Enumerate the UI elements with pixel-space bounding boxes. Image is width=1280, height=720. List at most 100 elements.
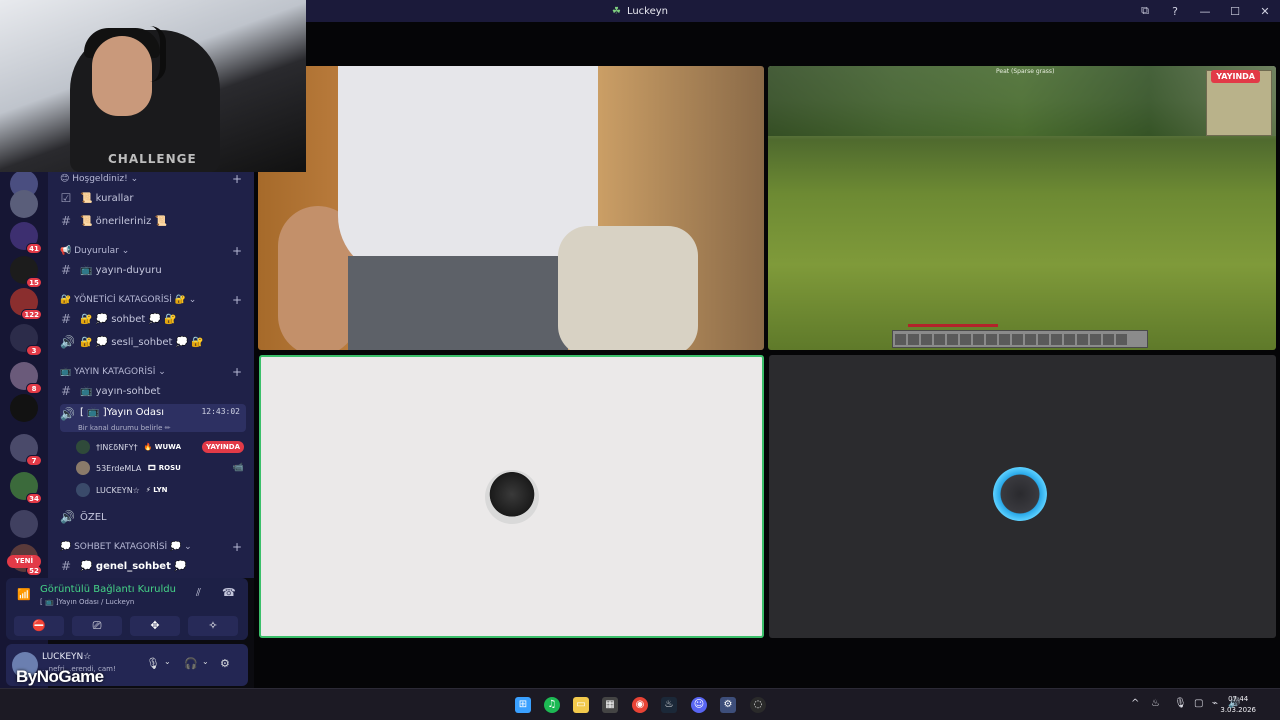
taskbar: ⊞ ♫ ▭ ▦ ◉ ♨ ☺ ⚙ ◌ ^ ♨ 🎙 ▢ ⌁ 🔊 07:44 3.03… [0,688,1280,720]
new-messages-pill[interactable]: YENİ [7,555,41,568]
voice-channel-icon: 🔊 [60,510,75,524]
headset [150,26,166,82]
call-timer: 12:43:02 [201,407,240,416]
channel-item[interactable]: # 📺 yayın-duyuru [60,260,246,280]
add-channel-icon[interactable]: + [232,172,242,186]
add-channel-icon[interactable]: + [232,244,242,258]
steam-icon[interactable]: ♨ [661,697,677,713]
minimize-button[interactable]: — [1190,5,1220,18]
signal-icon[interactable]: 📶 [17,588,31,601]
server-icon[interactable]: 41 [10,222,42,254]
webcam-stream-tile[interactable] [258,66,764,350]
server-icon[interactable]: 3 [10,324,42,356]
network-icon[interactable]: ⌁ [1212,698,1218,709]
voice-channel-icon: 🔊 [60,335,75,349]
server-icon[interactable]: 15 [10,256,42,288]
voice-member[interactable]: †ΙΝƐδΝFΥ† 🔥 WUWA YAYINDA [76,438,244,456]
microphone-icon[interactable]: 🎙 [146,657,160,670]
server-icon[interactable] [10,190,38,218]
server-icon[interactable]: 34 [10,472,42,504]
noise-suppression-icon[interactable]: ⫽ [196,586,201,600]
participant-avatar [993,467,1047,521]
voice-location[interactable]: [ 📺 ]Yayın Odası / Luckeyn [40,598,134,606]
activities-button[interactable]: ✥ [130,616,180,636]
help-icon[interactable]: ? [1160,5,1190,18]
channel-item[interactable]: # 📺 yayın-sohbet [60,381,246,401]
camera-icon: 📹 [232,463,244,473]
hoodie-print: CHALLENGE [108,152,197,166]
maximize-button[interactable]: ☐ [1220,5,1250,18]
category-header[interactable]: 📢 Duyurular ⌄ + [60,244,242,258]
add-channel-icon[interactable]: + [232,293,242,307]
channel-item[interactable]: # 📜 önerileriniz 📜 [60,211,246,231]
app-icon[interactable]: ⚙ [720,697,736,713]
channel-item[interactable]: 🔊 ÖZEL [60,507,246,527]
server-icon[interactable]: 7 [10,434,42,466]
participant-tile[interactable] [769,355,1276,638]
chrome-icon[interactable]: ◉ [632,697,648,713]
add-channel-icon[interactable]: + [232,365,242,379]
text-channel-icon: # [60,312,72,326]
screen-share-icon[interactable]: ⧉ [1130,4,1160,18]
screen-share-button[interactable]: ⎚ [72,616,122,636]
add-channel-icon[interactable]: + [232,540,242,554]
voice-member[interactable]: LUCKEYN☆ ⚡ LYN [76,481,244,499]
category-header[interactable]: 📺 YAYIN KATAGORİSİ ⌄ + [60,365,242,379]
server-icon[interactable] [10,510,38,538]
category-header[interactable]: 💭 SOHBET KATAGORİSİ 💭 ⌄ + [60,540,242,554]
text-channel-icon: # [60,384,72,398]
windows-start-icon[interactable]: ⊞ [515,697,531,713]
streamer-webcam-overlay: CHALLENGE [0,0,306,172]
discord-icon[interactable]: ☺ [691,697,707,713]
person-face [92,36,152,116]
participant-tile-speaking[interactable] [259,355,764,638]
chevron-up-icon[interactable]: ^ [1131,698,1139,709]
server-icon[interactable]: 122 [10,288,42,320]
steam-tray-icon[interactable]: ♨ [1151,698,1160,709]
voice-member[interactable]: 53ErdeMLA 🎞 ROSU 📹 [76,459,244,477]
store-icon[interactable]: ▦ [602,697,618,713]
username[interactable]: LUCKEYN☆ [42,652,91,662]
pants [348,256,568,350]
camera-toggle-button[interactable]: ⛔ [14,616,64,636]
channel-item[interactable]: 🔊 🔐 💭 sesli_sohbet 💭 🔐 [60,332,246,352]
member-avatar [76,440,90,454]
chevron-down-icon[interactable]: ⌄ [164,657,171,666]
channel-status-hint[interactable]: Bir kanal durumu belirle ✏ [78,424,171,432]
tree-line [768,66,1276,136]
game-hotbar [892,330,1148,348]
headphones-icon[interactable]: 🎧 [184,657,198,670]
close-button[interactable]: ✕ [1250,5,1280,18]
window-controls: ⧉ ? — ☐ ✕ [1130,0,1280,22]
voice-connection-panel: 📶 Görüntülü Bağlantı Kuruldu [ 📺 ]Yayın … [6,578,248,640]
disconnect-icon[interactable]: ☎ [222,586,236,599]
microphone-tray-icon[interactable]: 🎙 [1174,698,1187,709]
channel-item[interactable]: ☑ 📜 kurallar [60,188,246,208]
server-icon[interactable] [10,394,38,422]
game-hud-text: Peat (Sparse grass) [996,68,1055,75]
display-icon[interactable]: ▢ [1194,698,1203,709]
live-badge: YAYINDA [1211,70,1260,83]
health-bar [908,324,998,327]
watermark-logo: ByNoGame [16,667,104,686]
spotify-icon[interactable]: ♫ [544,697,560,713]
voice-status[interactable]: Görüntülü Bağlantı Kuruldu [40,584,176,595]
category-header[interactable]: 🔐 YÖNETİCİ KATAGORİSİ 🔐 ⌄ + [60,293,242,307]
cloth [558,226,698,350]
category-header[interactable]: 😊 Hoşgeldiniz! ⌄ + [60,172,242,186]
server-icon[interactable]: 8 [10,362,42,394]
member-avatar [76,483,90,497]
window-title: ☘ Luckeyn [611,5,669,17]
file-explorer-icon[interactable]: ▭ [573,697,589,713]
channel-item[interactable]: # 💭 genel_sohbet 💭 [60,556,246,576]
game-stream-tile[interactable]: Peat (Sparse grass) YAYINDA [768,66,1276,350]
system-clock[interactable]: 07:44 3.03.2026 [1220,694,1256,716]
channel-item[interactable]: # 🔐 💭 sohbet 💭 🔐 [60,309,246,329]
rules-channel-icon: ☑ [60,191,72,205]
voice-channel-icon: 🔊 [60,407,75,421]
settings-gear-icon[interactable]: ⚙ [220,657,230,670]
text-channel-icon: # [60,214,72,228]
chevron-down-icon[interactable]: ⌄ [202,657,209,666]
soundboard-button[interactable]: ✧ [188,616,238,636]
app-icon[interactable]: ◌ [750,697,766,713]
